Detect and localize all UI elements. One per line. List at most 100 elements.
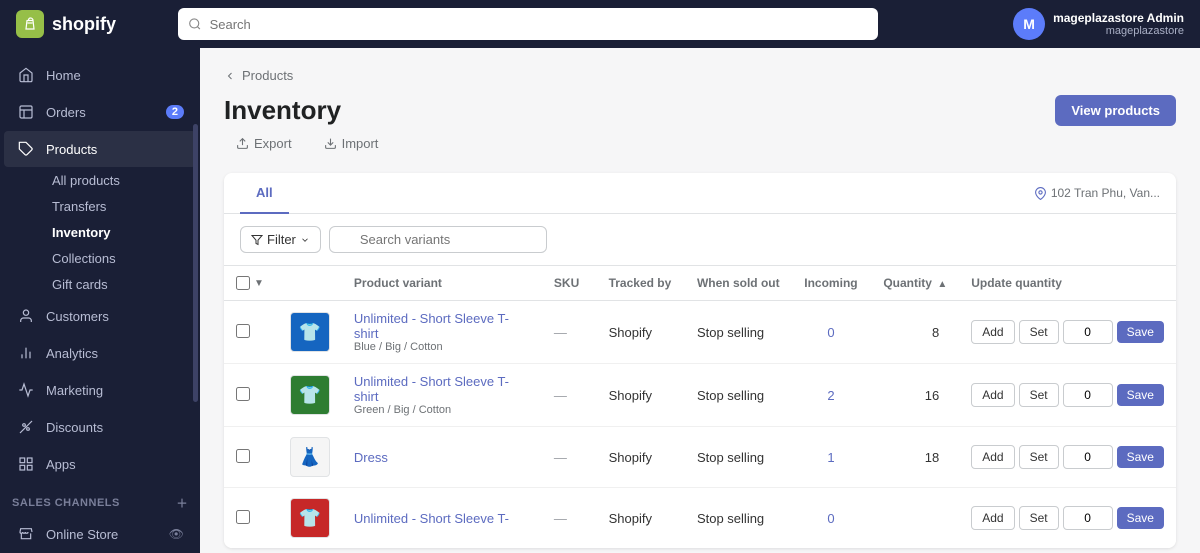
topbar-user: M mageplazastore Admin mageplazastore: [1013, 8, 1184, 40]
sidebar-item-online-store[interactable]: Online Store 👁: [4, 516, 196, 552]
layout: Home Orders 2 Products All products Tran…: [0, 48, 1200, 553]
sidebar-item-gift-cards[interactable]: Gift cards: [40, 272, 196, 297]
import-button[interactable]: Import: [312, 130, 391, 157]
shopify-bag-icon: [16, 10, 44, 38]
sidebar-item-customers[interactable]: Customers: [4, 298, 196, 334]
import-icon: [324, 137, 337, 150]
product-image: 👗: [290, 437, 330, 477]
qty-input[interactable]: [1063, 383, 1113, 407]
sidebar-item-marketing[interactable]: Marketing: [4, 372, 196, 408]
product-name-link[interactable]: Dress: [354, 450, 388, 465]
set-button[interactable]: Set: [1019, 445, 1059, 469]
sidebar-item-apps-label: Apps: [46, 457, 184, 472]
location-label: 102 Tran Phu, Van...: [1051, 186, 1160, 200]
save-button[interactable]: Save: [1117, 384, 1164, 406]
shopify-logo[interactable]: shopify: [16, 10, 166, 38]
sku-cell: —: [542, 488, 597, 549]
set-button[interactable]: Set: [1019, 383, 1059, 407]
main-content: Products Inventory Export Import View pr…: [200, 48, 1200, 553]
quantity-cell: [870, 488, 959, 549]
filter-button[interactable]: Filter: [240, 226, 321, 253]
sidebar-item-all-products[interactable]: All products: [40, 168, 196, 193]
filter-row: Filter: [224, 214, 1176, 266]
when-sold-out-cell: Stop selling: [685, 427, 792, 488]
product-name-link[interactable]: Unlimited - Short Sleeve T-: [354, 511, 509, 526]
quantity-cell: 8: [870, 301, 959, 364]
row-checkbox[interactable]: [236, 510, 250, 524]
discounts-icon: [16, 417, 36, 437]
select-all-dropdown[interactable]: ▼: [252, 278, 266, 289]
user-name: mageplazastore Admin: [1053, 11, 1184, 25]
product-name-link[interactable]: Unlimited - Short Sleeve T-shirt: [354, 374, 509, 404]
product-variant-cell: Unlimited - Short Sleeve T-: [342, 488, 542, 549]
add-sales-channel-icon[interactable]: ＋: [177, 495, 189, 511]
inventory-table: ▼ Product variant SKU Tracked by When so…: [224, 266, 1176, 548]
tracked-by-cell: Shopify: [597, 301, 685, 364]
row-checkbox[interactable]: [236, 387, 250, 401]
incoming-link[interactable]: 0: [827, 511, 834, 526]
save-button[interactable]: Save: [1117, 507, 1164, 529]
search-variants-input[interactable]: [329, 226, 547, 253]
product-image: 👕: [290, 498, 330, 538]
th-tracked-by: Tracked by: [597, 266, 685, 301]
incoming-link[interactable]: 2: [827, 388, 834, 403]
qty-input[interactable]: [1063, 445, 1113, 469]
avatar[interactable]: M: [1013, 8, 1045, 40]
when-sold-out-cell: Stop selling: [685, 488, 792, 549]
page-actions: Export Import: [224, 130, 390, 157]
product-name-link[interactable]: Unlimited - Short Sleeve T-shirt: [354, 311, 509, 341]
sidebar-item-apps[interactable]: Apps: [4, 446, 196, 482]
qty-input[interactable]: [1063, 320, 1113, 344]
add-button[interactable]: Add: [971, 320, 1014, 344]
filter-chevron-icon: [300, 235, 310, 245]
filter-label: Filter: [267, 232, 296, 247]
table-row: 👕 Unlimited - Short Sleeve T-shirt Green…: [224, 364, 1176, 427]
save-button[interactable]: Save: [1117, 321, 1164, 343]
update-quantity-cell: Add Set Save: [959, 364, 1176, 427]
sidebar-item-analytics-label: Analytics: [46, 346, 184, 361]
incoming-link[interactable]: 0: [827, 325, 834, 340]
save-button[interactable]: Save: [1117, 446, 1164, 468]
tab-all[interactable]: All: [240, 173, 289, 214]
sidebar-item-transfers[interactable]: Transfers: [40, 194, 196, 219]
add-button[interactable]: Add: [971, 445, 1014, 469]
search-bar[interactable]: [178, 8, 878, 40]
sidebar-item-discounts-label: Discounts: [46, 420, 184, 435]
location-icon: [1034, 187, 1047, 200]
sidebar-item-discounts[interactable]: Discounts: [4, 409, 196, 445]
location-badge[interactable]: 102 Tran Phu, Van...: [1034, 186, 1160, 200]
product-image: 👕: [290, 375, 330, 415]
online-store-view-icon[interactable]: 👁: [169, 527, 184, 541]
set-button[interactable]: Set: [1019, 320, 1059, 344]
orders-icon: [16, 102, 36, 122]
search-input[interactable]: [210, 17, 868, 32]
qty-input[interactable]: [1063, 506, 1113, 530]
sidebar: Home Orders 2 Products All products Tran…: [0, 48, 200, 553]
incoming-cell: 0: [792, 301, 871, 364]
sku-cell: —: [542, 427, 597, 488]
th-incoming: Incoming: [792, 266, 871, 301]
tracked-by-cell: Shopify: [597, 488, 685, 549]
breadcrumb[interactable]: Products: [224, 68, 1176, 83]
when-sold-out-cell: Stop selling: [685, 364, 792, 427]
add-button[interactable]: Add: [971, 506, 1014, 530]
row-checkbox[interactable]: [236, 449, 250, 463]
sidebar-item-collections[interactable]: Collections: [40, 246, 196, 271]
add-button[interactable]: Add: [971, 383, 1014, 407]
sidebar-item-home[interactable]: Home: [4, 57, 196, 93]
sidebar-item-analytics[interactable]: Analytics: [4, 335, 196, 371]
view-products-button[interactable]: View products: [1055, 95, 1176, 126]
variant-sub: Green / Big / Cotton: [354, 404, 530, 416]
user-store: mageplazastore: [1053, 25, 1184, 37]
select-all-checkbox[interactable]: [236, 276, 250, 290]
sidebar-item-inventory[interactable]: Inventory: [40, 220, 196, 245]
quantity-sort-icon[interactable]: ▲: [937, 279, 947, 290]
sku-cell: —: [542, 364, 597, 427]
row-checkbox[interactable]: [236, 324, 250, 338]
sidebar-item-products[interactable]: Products: [4, 131, 196, 167]
export-button[interactable]: Export: [224, 130, 304, 157]
sidebar-item-orders[interactable]: Orders 2: [4, 94, 196, 130]
incoming-cell: 2: [792, 364, 871, 427]
incoming-link[interactable]: 1: [827, 450, 834, 465]
set-button[interactable]: Set: [1019, 506, 1059, 530]
